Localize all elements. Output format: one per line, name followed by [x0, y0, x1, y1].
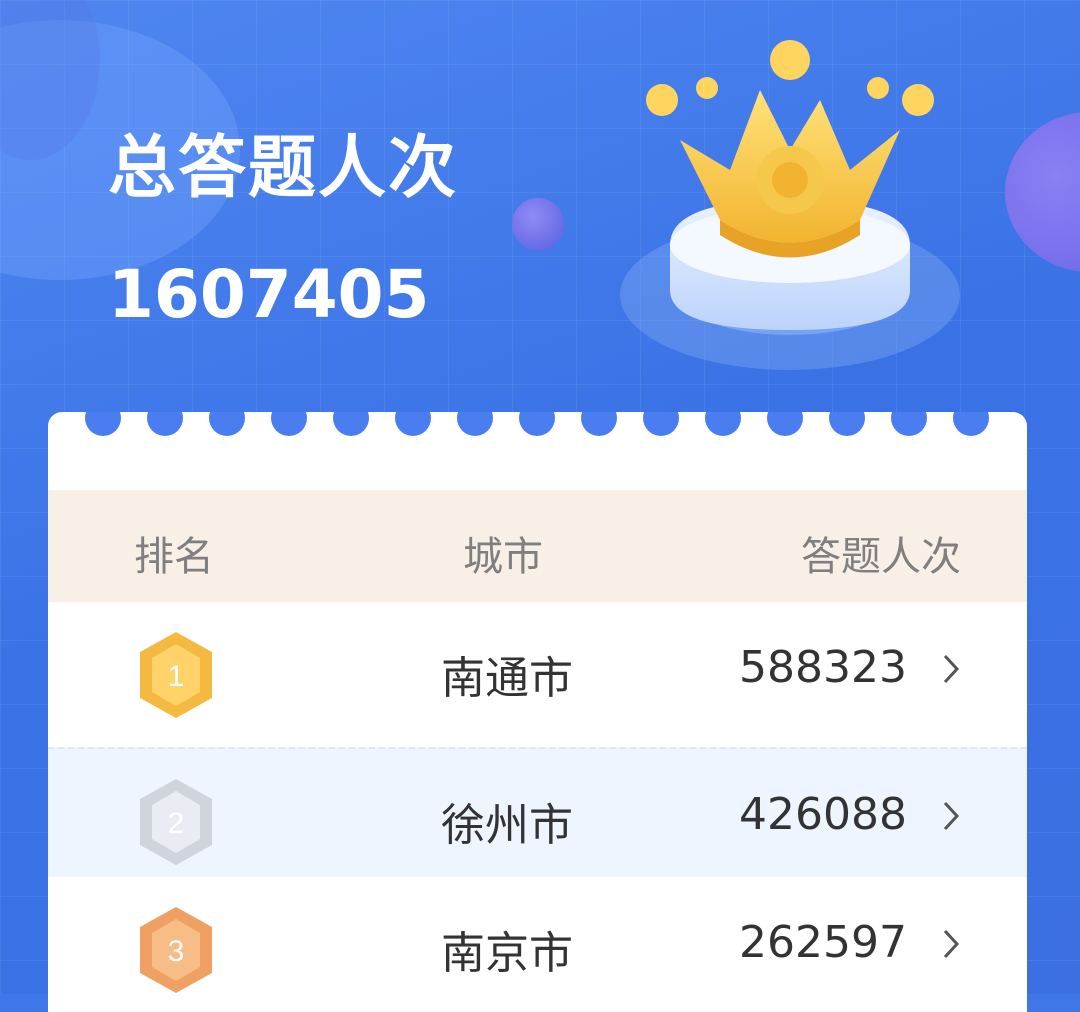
total-title: 总答题人次 [108, 129, 459, 208]
rank-number: 3 [168, 935, 185, 968]
table-row[interactable]: 3 南京市 262597 [48, 877, 1027, 1005]
row-count: 262597 [739, 917, 907, 968]
row-city: 徐州市 [441, 800, 573, 851]
rank-number: 2 [168, 807, 185, 840]
header-city: 城市 [463, 534, 543, 580]
silver-medal-icon: 2 [140, 779, 212, 865]
crown-icon [620, 40, 960, 370]
total-value: 1607405 [108, 256, 430, 333]
ranking-card: 排名 城市 答题人次 1 南通市 588323 2 徐州市 426088 3 南… [48, 412, 1027, 1012]
chevron-right-icon[interactable] [939, 652, 963, 686]
row-count: 426088 [739, 789, 907, 840]
row-city: 南通市 [441, 653, 573, 704]
gold-medal-icon: 1 [140, 632, 212, 718]
rank-number: 1 [168, 660, 185, 693]
table-row[interactable]: 1 南通市 588323 [48, 602, 1027, 730]
header-count: 答题人次 [801, 534, 961, 580]
row-city: 南京市 [441, 928, 573, 979]
table-header: 排名 城市 答题人次 [48, 490, 1027, 602]
chevron-right-icon[interactable] [939, 799, 963, 833]
chevron-right-icon[interactable] [939, 927, 963, 961]
row-count: 588323 [739, 642, 907, 693]
decorative-bubble [512, 198, 564, 250]
card-scallop-edge [85, 412, 989, 436]
decorative-bubble [1005, 112, 1080, 272]
header-rank: 排名 [134, 534, 214, 580]
table-row[interactable]: 2 徐州市 426088 [48, 747, 1027, 879]
bronze-medal-icon: 3 [140, 907, 212, 993]
